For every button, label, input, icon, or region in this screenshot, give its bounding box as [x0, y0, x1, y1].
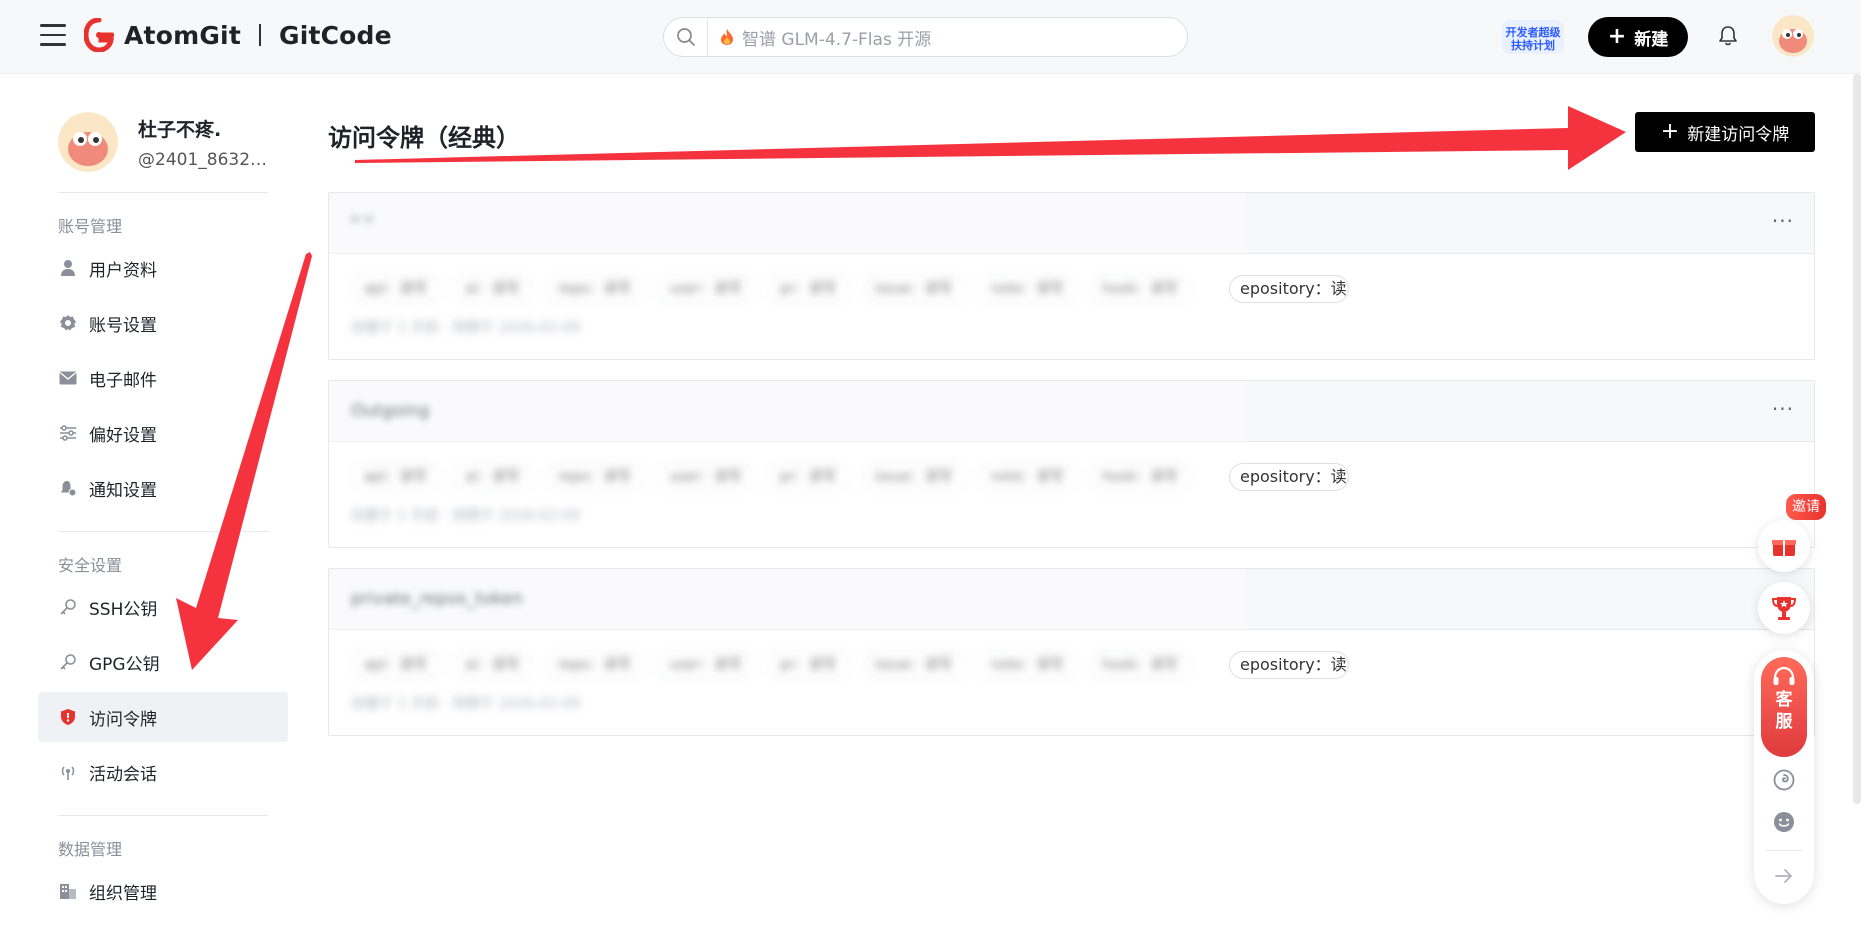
sidebar-item-label: 访问令牌	[89, 709, 157, 730]
sidebar-item-label: 偏好设置	[89, 425, 157, 446]
sidebar-item-notifications[interactable]: 通知设置	[38, 463, 288, 513]
sidebar-item-account-settings[interactable]: 账号设置	[38, 298, 288, 348]
bell-icon[interactable]	[1716, 24, 1740, 48]
sidebar-item-label: 活动会话	[89, 764, 157, 785]
sliders-icon	[58, 423, 78, 443]
mail-icon	[58, 368, 78, 388]
sidebar-item-label: 组织管理	[89, 883, 157, 904]
gear-icon	[58, 313, 78, 333]
sidebar-item-email[interactable]: 电子邮件	[38, 353, 288, 403]
sidebar-item-label: 通知设置	[89, 480, 157, 501]
new-access-token-button[interactable]: + 新建访问令牌	[1635, 112, 1815, 152]
brand-logo[interactable]: AtomGit GitCode	[84, 18, 392, 52]
promo-badge-text-1: 开发者超级	[1506, 25, 1562, 39]
notification-settings-icon	[58, 478, 78, 498]
profile-name: 杜子不疼.	[138, 118, 222, 141]
more-options-icon[interactable]: ···	[1772, 209, 1794, 233]
section-title-account: 账号管理	[58, 217, 123, 236]
sidebar-item-preferences[interactable]: 偏好设置	[38, 408, 288, 458]
blur-overlay	[329, 569, 1247, 735]
page-title: 访问令牌（经典）	[328, 124, 520, 152]
promo-badge-text-2: 扶持计划	[1511, 38, 1555, 52]
spiral-icon[interactable]	[1772, 768, 1796, 792]
section-title-data: 数据管理	[58, 840, 123, 859]
brand-primary: AtomGit	[124, 20, 241, 50]
scope-tag-repository: epository：读写	[1229, 651, 1349, 679]
user-icon	[58, 258, 78, 278]
brand-secondary: GitCode	[278, 20, 392, 50]
promo-badge-icon: 开发者超级 扶持计划	[1502, 20, 1564, 54]
sidebar-item-label: 用户资料	[89, 260, 157, 281]
sidebar-item-label: 账号设置	[89, 315, 157, 336]
shield-icon	[58, 707, 78, 727]
blur-overlay	[329, 381, 1247, 547]
flame-icon	[721, 29, 733, 45]
brand-divider	[258, 24, 261, 46]
sidebar-item-access-tokens[interactable]: 访问令牌	[38, 692, 288, 742]
new-access-token-label: 新建访问令牌	[1687, 124, 1790, 145]
search-placeholder-text: 智谱 GLM-4.7-Flas 开源	[742, 29, 932, 50]
token-card: private_repos_token ··· api：读写 ai：读写 rep…	[328, 568, 1815, 736]
sidebar-divider	[58, 815, 268, 816]
customer-service-button[interactable]: 客 服	[1761, 657, 1807, 757]
search-input[interactable]: 智谱 GLM-4.7-Flas 开源	[663, 17, 1188, 57]
sidebar-item-label: SSH公钥	[89, 599, 158, 620]
smile-icon[interactable]	[1772, 810, 1796, 834]
headset-icon	[1773, 666, 1795, 685]
vertical-scrollbar[interactable]	[1853, 74, 1861, 804]
building-icon	[58, 881, 78, 901]
avatar-image	[1772, 15, 1814, 57]
service-label-1: 客	[1775, 690, 1793, 710]
blur-overlay	[329, 193, 1247, 359]
sidebar-item-organizations[interactable]: 组织管理	[38, 866, 288, 916]
plus-icon: +	[1607, 24, 1627, 49]
sidebar-item-ssh-keys[interactable]: SSH公钥	[38, 582, 288, 632]
sidebar-item-label: GPG公钥	[89, 654, 160, 675]
new-button[interactable]: + 新建	[1588, 17, 1688, 57]
promo-badge[interactable]: 开发者超级 扶持计划	[1500, 16, 1566, 58]
key-icon	[58, 597, 78, 617]
search-placeholder: 智谱 GLM-4.7-Flas 开源	[720, 25, 931, 50]
invite-button[interactable]	[1758, 520, 1810, 572]
support-panel: 客 服	[1754, 650, 1814, 904]
achievements-button[interactable]	[1758, 582, 1810, 634]
profile-avatar[interactable]	[58, 112, 118, 172]
user-avatar[interactable]	[1772, 15, 1814, 57]
service-label-2: 服	[1775, 712, 1793, 732]
sidebar-item-label: 电子邮件	[89, 370, 157, 391]
invite-badge: 邀请	[1786, 494, 1826, 520]
panel-divider	[1766, 850, 1802, 851]
sidebar-divider	[58, 192, 268, 193]
plus-icon: +	[1660, 119, 1680, 144]
scope-tag-repository: epository：读写	[1229, 463, 1349, 491]
token-card: Outgoing ··· api：读写 ai：读写 repo：读写 user：读…	[328, 380, 1815, 548]
search-icon[interactable]	[664, 18, 708, 56]
key-icon	[58, 652, 78, 672]
new-button-label: 新建	[1634, 29, 1669, 50]
sidebar-item-gpg-keys[interactable]: GPG公钥	[38, 637, 288, 687]
broadcast-icon	[58, 762, 78, 782]
sidebar-divider	[58, 531, 268, 532]
profile-avatar-image	[58, 112, 118, 172]
scope-tag-repository: epository：读写	[1229, 275, 1349, 303]
trophy-icon	[1771, 597, 1797, 620]
sidebar-item-active-sessions[interactable]: 活动会话	[38, 747, 288, 797]
token-card: ᴴ ᴴ ··· api：读写 ai：读写 repo：读写 user：读写 pr：…	[328, 192, 1815, 360]
settings-sidebar: 杜子不疼. @2401_8632… 账号管理 用户资料 账号设置 电子邮件 偏好…	[38, 110, 288, 916]
profile-card: 杜子不疼. @2401_8632…	[38, 110, 288, 174]
section-title-security: 安全设置	[58, 556, 123, 575]
atomgit-logo-icon	[84, 18, 114, 52]
more-options-icon[interactable]: ···	[1772, 397, 1794, 421]
gift-icon	[1772, 540, 1796, 556]
top-navbar: AtomGit GitCode 智谱 GLM-4.7-Flas 开源 开发者超级…	[0, 0, 1861, 74]
profile-handle: @2401_8632…	[138, 149, 268, 170]
main-content: 访问令牌（经典） + 新建访问令牌 ᴴ ᴴ ··· api：读写 ai：读写 r…	[328, 110, 1815, 736]
sidebar-item-profile[interactable]: 用户资料	[38, 243, 288, 293]
arrow-right-icon[interactable]	[1772, 864, 1796, 888]
hamburger-menu-icon[interactable]	[40, 24, 66, 48]
